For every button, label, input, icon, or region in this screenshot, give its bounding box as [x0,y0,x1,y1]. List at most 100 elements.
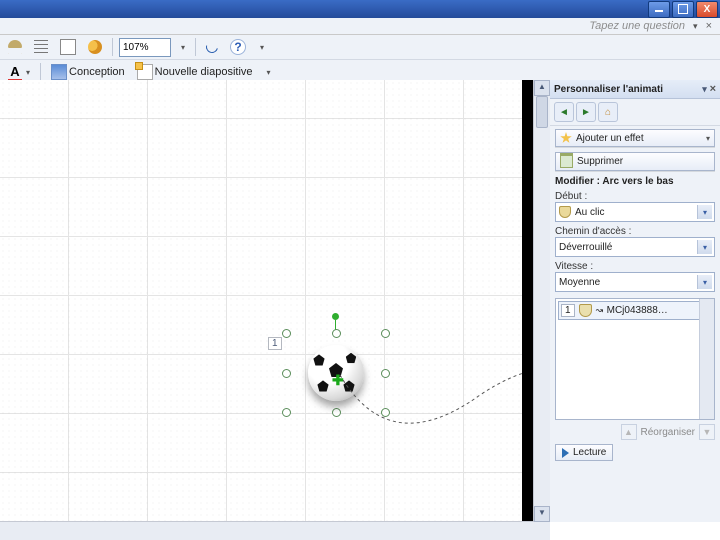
toolbar-overflow[interactable]: ▾ [254,36,268,58]
help-search-placeholder[interactable]: Tapez une question [589,20,685,32]
task-pane-header: Personnaliser l'animati ▾ × [550,80,720,99]
chevron-down-icon: ▾ [706,134,710,143]
animation-list[interactable]: 1 ↝ MCj043888… ▾ [555,298,715,420]
workspace: 1 ✚ ▲ ▼ [0,80,550,540]
window-maximize-button[interactable] [672,1,694,18]
ball-pentagon-icon [313,354,324,365]
reorder-label: Réorganiser [641,427,695,438]
close-x-icon: X [704,4,711,15]
zoom-input[interactable] [119,38,171,57]
vertical-scrollbar[interactable]: ▲ ▼ [533,80,550,522]
path-label: Chemin d'accès : [555,226,715,237]
mouse-click-icon [579,304,592,317]
design-icon [51,64,67,80]
color-scheme-button[interactable] [84,36,106,58]
chevron-down-icon: ▾ [181,43,185,52]
animation-task-pane: Personnaliser l'animati ▾ × ◄ ► ⌂ Ajoute… [549,80,720,522]
grid-overlay [0,80,522,522]
speed-label: Vitesse : [555,261,715,272]
zoom-dropdown[interactable]: ▾ [175,36,189,58]
resize-handle-n[interactable] [332,329,341,338]
remove-icon [560,155,573,168]
rotate-handle[interactable] [332,313,339,320]
motion-path-start-icon[interactable]: ✚ [332,372,344,389]
nav-back-button[interactable]: ◄ [554,102,574,122]
numbered-list-icon [34,40,48,54]
insert-clipart-button[interactable] [4,36,26,58]
task-pane-menu-icon[interactable]: ▾ [702,84,707,94]
ruler-icon [60,39,76,55]
toolbar-separator [112,38,113,56]
help-icon: ? [230,39,246,55]
help-dropdown-icon[interactable]: ▾ [693,21,698,32]
toolbar-separator [195,38,196,56]
animation-item-index: 1 [561,304,575,317]
path-select[interactable]: Déverrouillé ▾ [555,237,715,257]
minimize-icon [655,10,663,12]
format-button[interactable] [56,36,80,58]
play-icon [562,448,569,458]
add-effect-label: Ajouter un effet [576,133,644,144]
window-minimize-button[interactable] [648,1,670,18]
undo-button[interactable] [202,36,222,58]
resize-handle-sw[interactable] [282,408,291,417]
mouse-click-icon [559,206,571,218]
maximize-icon [678,4,688,14]
animation-list-item[interactable]: 1 ↝ MCj043888… ▾ [558,301,712,320]
reorder-down-button[interactable]: ▼ [699,424,715,440]
play-button[interactable]: Lecture [555,444,613,461]
scroll-down-button[interactable]: ▼ [534,506,550,522]
start-select[interactable]: Au clic ▾ [555,202,715,222]
horizontal-scrollbar[interactable] [0,521,550,540]
window-titlebar: X [0,0,720,18]
toolbar-standard: ▾ ? ▾ [0,35,720,60]
scroll-up-button[interactable]: ▲ [534,80,550,96]
speed-select[interactable]: Moyenne ▾ [555,272,715,292]
remove-effect-label: Supprimer [577,156,623,167]
window-close-button[interactable]: X [696,1,718,18]
chevron-down-icon: ▾ [697,205,712,219]
nav-forward-button[interactable]: ► [576,102,596,122]
chevron-down-icon: ▾ [697,275,712,289]
reorder-up-button[interactable]: ▲ [621,424,637,440]
clipart-icon [8,40,22,54]
start-select-value: Au clic [575,207,604,218]
resize-handle-s[interactable] [332,408,341,417]
undo-icon [204,39,220,55]
resize-handle-e[interactable] [381,369,390,378]
path-select-value: Déverrouillé [559,242,612,253]
start-label: Début : [555,191,715,202]
task-pane-title: Personnaliser l'animati [554,84,663,95]
reorder-controls: ▲ Réorganiser ▼ [555,424,715,440]
chevron-down-icon: ▾ [267,68,271,77]
resize-handle-se[interactable] [381,408,390,417]
nav-home-button[interactable]: ⌂ [598,102,618,122]
listbox-scrollbar[interactable] [699,299,714,419]
help-button[interactable]: ? [226,36,250,58]
font-color-icon: A [8,65,22,79]
ball-pentagon-icon [346,353,357,364]
slide-canvas[interactable]: 1 ✚ [0,80,522,522]
new-slide-label: Nouvelle diapositive [155,66,253,78]
resize-handle-ne[interactable] [381,329,390,338]
numbered-list-button[interactable] [30,36,52,58]
ball-pentagon-icon [343,380,354,391]
modifier-heading: Modifier : Arc vers le bas [555,176,715,187]
task-pane-body: Ajouter un effet ▾ Supprimer Modifier : … [550,126,720,522]
speed-select-value: Moyenne [559,277,600,288]
resize-handle-nw[interactable] [282,329,291,338]
help-bar: Tapez une question ▾ × [0,18,720,35]
animation-order-badge: 1 [268,337,282,350]
animation-item-text: MCj043888… [607,305,668,316]
palette-icon [88,40,102,54]
help-close-icon[interactable]: × [706,20,712,32]
resize-handle-w[interactable] [282,369,291,378]
remove-effect-button[interactable]: Supprimer [555,152,715,171]
effect-star-icon [560,132,572,144]
new-slide-icon [137,64,153,80]
toolbar-separator [40,63,41,81]
play-button-label: Lecture [573,447,606,458]
task-pane-close-icon[interactable]: × [710,83,716,95]
add-effect-button[interactable]: Ajouter un effet ▾ [555,129,715,147]
chevron-down-icon: ▾ [26,68,30,77]
